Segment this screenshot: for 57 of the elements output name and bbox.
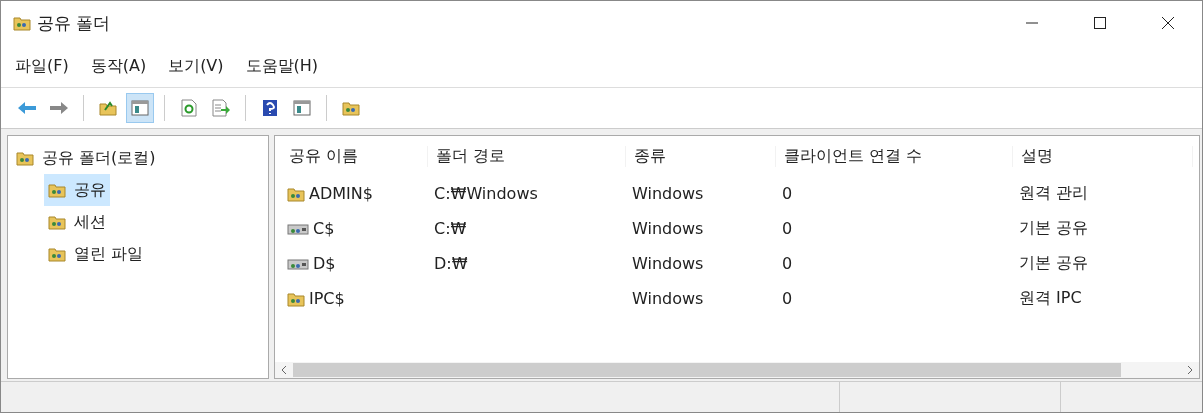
table-cell: D:₩ — [434, 254, 468, 273]
column-header[interactable]: 설명 — [1013, 145, 1193, 167]
table-cell: 원격 관리 — [1019, 183, 1089, 204]
shared-folder-icon — [13, 15, 31, 31]
panel-icon — [131, 100, 149, 116]
shared-folder-icon — [48, 214, 66, 230]
table-cell: Windows — [632, 184, 704, 203]
table-cell: 0 — [782, 219, 793, 238]
table-cell: ADMIN$ — [309, 184, 373, 203]
tree-item[interactable]: 공유 폴더(로컬) — [12, 142, 160, 174]
refresh-icon — [181, 99, 197, 117]
table-cell: Windows — [632, 219, 704, 238]
menu-item[interactable]: 동작(A) — [90, 55, 147, 77]
shared-folder-icon — [287, 290, 305, 307]
table-cell: 기본 공유 — [1019, 218, 1089, 239]
tree-item[interactable]: 공유 — [44, 174, 110, 206]
shared-folder-icon — [48, 246, 66, 262]
table-cell: C:₩ — [434, 219, 467, 238]
table-cell: Windows — [632, 289, 704, 308]
shared-folder-icon — [48, 182, 66, 198]
menu-item[interactable]: 보기(V) — [168, 55, 224, 77]
left-arrow-icon — [17, 101, 37, 115]
menu-item[interactable]: 도움말(H) — [245, 55, 319, 77]
maximize-icon — [1094, 17, 1106, 29]
shared-folder-icon — [287, 185, 305, 202]
scroll-left-icon[interactable] — [281, 366, 287, 374]
panel-icon — [293, 100, 311, 116]
table-cell: 기본 공유 — [1019, 253, 1089, 274]
export-list-icon — [212, 99, 230, 117]
table-cell: 0 — [782, 184, 793, 203]
folder-up-icon — [99, 100, 117, 116]
table-cell: Windows — [632, 254, 704, 273]
table-cell: 원격 IPC — [1019, 288, 1082, 309]
help-icon — [262, 99, 278, 117]
column-header[interactable]: 종류 — [626, 145, 776, 167]
column-header[interactable]: 폴더 경로 — [428, 145, 626, 167]
tree-item[interactable]: 열린 파일 — [44, 238, 148, 270]
window-title: 공유 폴더 — [37, 11, 111, 35]
column-header[interactable]: 클라이언트 연결 수 — [776, 145, 1013, 167]
table-cell: D$ — [313, 254, 336, 273]
scroll-right-icon[interactable] — [1187, 366, 1193, 374]
tree-item[interactable]: 세션 — [44, 206, 110, 238]
table-cell: C:₩Windows — [434, 184, 538, 203]
column-header[interactable]: 공유 이름 — [281, 145, 428, 167]
horizontal-scrollbar[interactable] — [275, 362, 1199, 378]
table-cell: 0 — [782, 289, 793, 308]
network-drive-icon — [287, 221, 309, 236]
table-cell: C$ — [313, 219, 335, 238]
table-cell: 0 — [782, 254, 793, 273]
shared-folder-icon — [16, 150, 34, 166]
menu-item[interactable]: 파일(F) — [15, 55, 69, 77]
close-icon — [1162, 17, 1174, 29]
new-share-icon — [342, 100, 360, 116]
right-arrow-icon — [49, 101, 69, 115]
table-cell: IPC$ — [309, 289, 345, 308]
toolbar-button[interactable] — [126, 93, 154, 123]
network-drive-icon — [287, 256, 309, 271]
